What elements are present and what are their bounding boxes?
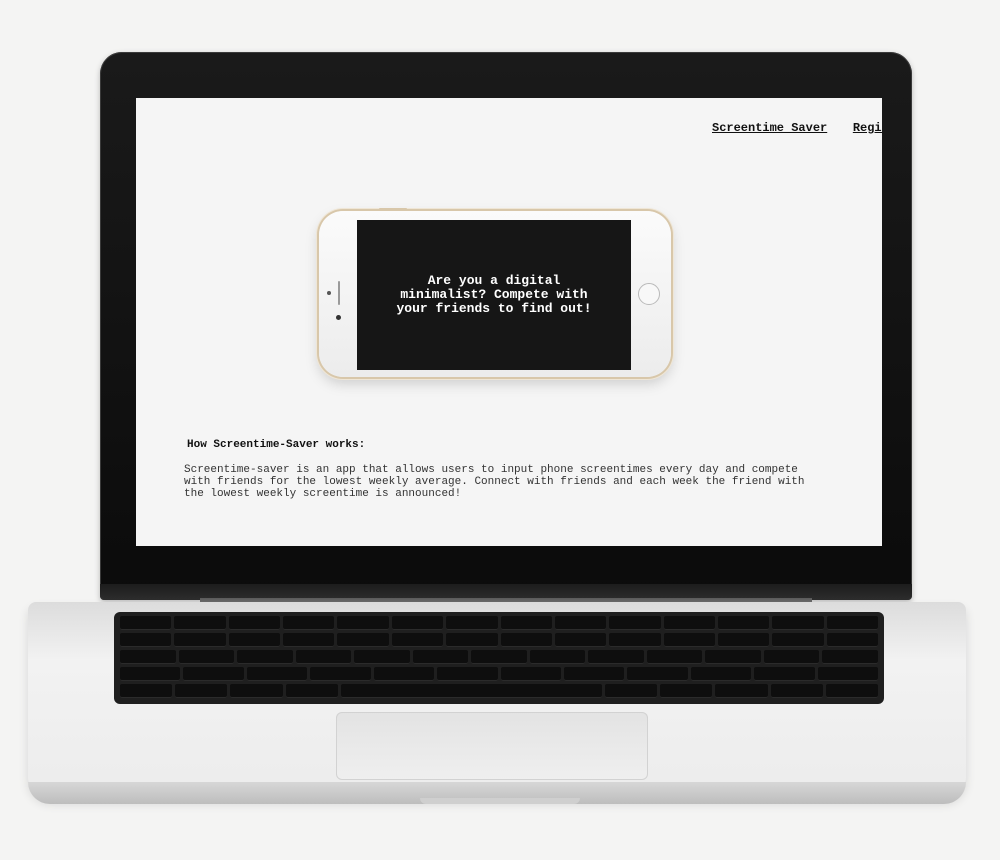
keyboard-key (391, 633, 444, 647)
keyboard-key (437, 667, 498, 681)
keyboard-key (663, 633, 715, 647)
how-it-works-title: How Screentime-Saver works: (187, 439, 366, 451)
keyboard-key (563, 667, 625, 681)
keyboard-key (230, 684, 283, 698)
phone-home-button-icon (638, 283, 660, 305)
keyboard-key (120, 633, 172, 647)
keyboard-key (175, 684, 228, 698)
keyboard-key (646, 650, 703, 664)
keyboard-row (120, 633, 879, 647)
keyboard-key (354, 650, 410, 664)
keyboard-key (228, 633, 281, 647)
keyboard-key (412, 650, 469, 664)
nav-link-screentime-saver[interactable]: Screentime Saver (712, 121, 827, 135)
phone-illustration: Are you a digital minimalist? Compete wi… (319, 208, 671, 377)
laptop-screen: Screentime Saver Regis Are you a digital… (136, 98, 882, 546)
keyboard-key (310, 667, 371, 681)
keyboard-key (120, 616, 172, 630)
phone-screen: Are you a digital minimalist? Compete wi… (357, 220, 631, 370)
keyboard-key (554, 633, 607, 647)
nav-link-register[interactable]: Regis (853, 121, 882, 135)
keyboard-key (822, 650, 878, 664)
top-nav: Screentime Saver Regis (712, 118, 882, 136)
phone-sensor-icon (327, 291, 331, 295)
keyboard-key (770, 684, 823, 698)
keyboard-key (826, 616, 879, 630)
keyboard-key (660, 684, 713, 698)
keyboard-key (554, 616, 607, 630)
keyboard-row (120, 650, 878, 664)
keyboard-key (717, 616, 770, 630)
keyboard-key (763, 650, 820, 664)
keyboard-row (120, 684, 879, 698)
hero-tagline: Are you a digital minimalist? Compete wi… (396, 273, 592, 316)
keyboard-key (373, 667, 435, 681)
keyboard-key (715, 684, 768, 698)
keyboard-key (174, 633, 226, 647)
keyboard-key (337, 616, 389, 630)
keyboard-key (772, 616, 824, 630)
phone-camera-icon (336, 315, 341, 320)
keyboard-key (285, 684, 338, 698)
keyboard-key (340, 684, 602, 698)
keyboard-key (283, 616, 335, 630)
keyboard-key (446, 633, 498, 647)
laptop-notch (420, 798, 580, 804)
keyboard-key (283, 633, 335, 647)
keyboard-key (817, 667, 879, 681)
phone-side-button (379, 208, 407, 210)
keyboard-key (609, 616, 661, 630)
keyboard-key (500, 667, 561, 681)
keyboard-key (772, 633, 824, 647)
how-it-works-body: Screentime-saver is an app that allows u… (184, 464, 805, 500)
keyboard-key (500, 633, 552, 647)
keyboard-row (120, 616, 879, 630)
keyboard-key (471, 650, 527, 664)
keyboard-key (826, 633, 879, 647)
keyboard-key (120, 684, 173, 698)
keyboard-key (705, 650, 761, 664)
keyboard-key (690, 667, 752, 681)
keyboard-key (446, 616, 498, 630)
keyboard-key (500, 616, 552, 630)
keyboard-key (717, 633, 770, 647)
keyboard-key (609, 633, 661, 647)
laptop-mockup: Screentime Saver Regis Are you a digital… (0, 0, 1000, 860)
keyboard-key (120, 650, 176, 664)
keyboard-key (237, 650, 293, 664)
keyboard-key (529, 650, 586, 664)
keyboard-key (588, 650, 644, 664)
phone-speaker-icon (338, 281, 340, 305)
keyboard-key (183, 667, 244, 681)
keyboard-key (295, 650, 352, 664)
keyboard-key (228, 616, 281, 630)
keyboard-key (337, 633, 389, 647)
keyboard-key (120, 667, 181, 681)
keyboard-key (663, 616, 715, 630)
keyboard-row (120, 667, 879, 681)
keyboard-key (825, 684, 879, 698)
keyboard-key (627, 667, 688, 681)
keyboard-key (754, 667, 815, 681)
keyboard-key (604, 684, 658, 698)
keyboard (114, 612, 884, 704)
trackpad (336, 712, 648, 780)
keyboard-key (246, 667, 308, 681)
keyboard-key (174, 616, 226, 630)
keyboard-key (391, 616, 444, 630)
keyboard-key (178, 650, 235, 664)
